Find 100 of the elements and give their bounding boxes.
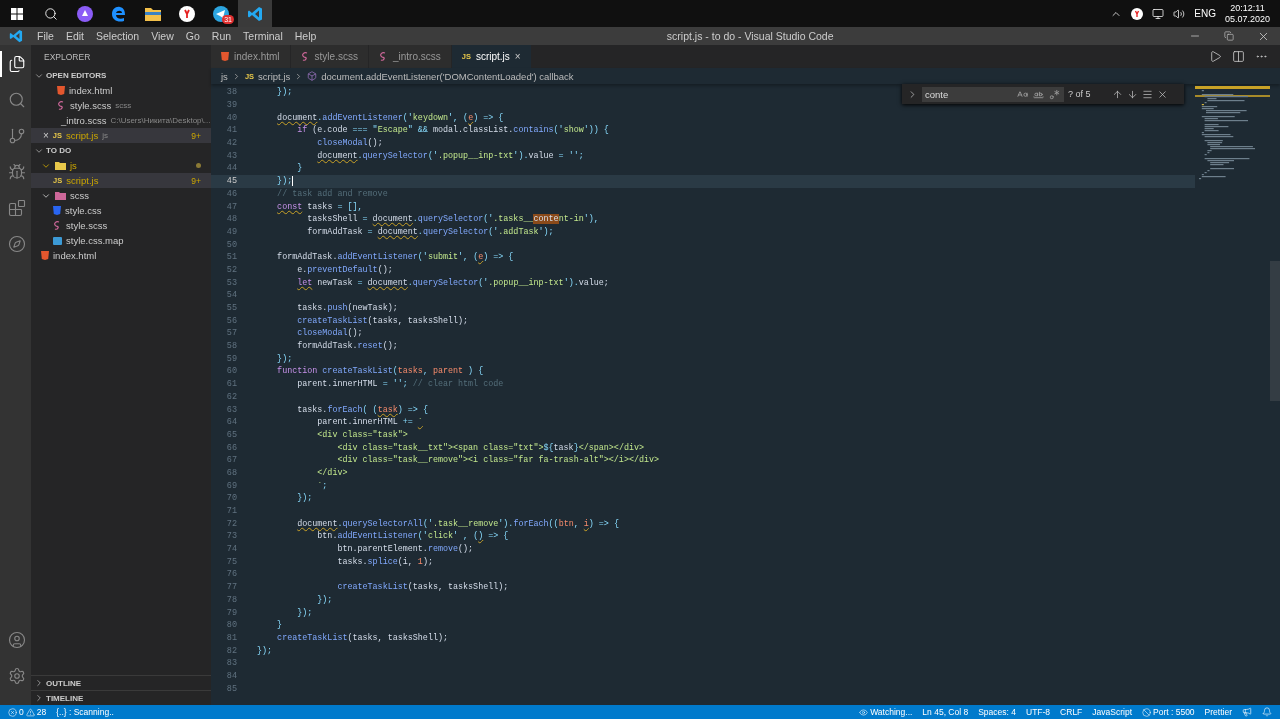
account-icon bbox=[7, 631, 26, 649]
restore-icon bbox=[1224, 31, 1234, 41]
status-item[interactable]: UTF-8 bbox=[1026, 707, 1051, 717]
line-number: 46 bbox=[225, 188, 237, 199]
line-number: 63 bbox=[225, 404, 237, 415]
code-line: `; bbox=[316, 480, 328, 491]
line-number: 85 bbox=[225, 683, 237, 694]
code-line: <div class="task__txt"><span class="txt">${task}</span></div> bbox=[336, 442, 645, 453]
close-icon bbox=[1157, 88, 1168, 100]
problems-status[interactable]: 0 28 bbox=[8, 707, 47, 717]
line-number: 43 bbox=[225, 150, 237, 161]
line-number: 74 bbox=[225, 544, 237, 555]
scss-file-icon bbox=[300, 52, 310, 61]
code-line: const tasks = [], bbox=[276, 201, 363, 212]
breadcrumb[interactable]: js bbox=[221, 70, 228, 82]
file-path: C:\Users\Никита\Desktop\... bbox=[110, 116, 211, 125]
code-line: e.preventDefault(); bbox=[296, 264, 393, 275]
yandex-browser-icon[interactable] bbox=[1131, 7, 1144, 20]
tree-item[interactable]: style.scss bbox=[31, 218, 211, 233]
file-path: scss bbox=[115, 101, 132, 110]
open-editor-item[interactable]: index.html bbox=[31, 83, 211, 98]
line-number: 60 bbox=[225, 366, 237, 377]
status-item[interactable]: {..} : Scanning.. bbox=[56, 707, 114, 717]
line-number: 72 bbox=[225, 518, 237, 529]
line-number: 54 bbox=[225, 290, 237, 301]
code-line: createTaskList(tasks, tasksShell); bbox=[276, 632, 448, 643]
line-number: 56 bbox=[225, 315, 237, 326]
editor-tab[interactable]: _intro.scss bbox=[368, 45, 452, 68]
status-item[interactable]: Port : 5500 bbox=[1142, 707, 1195, 717]
status-item[interactable]: Prettier bbox=[1204, 707, 1232, 717]
open-editor-item[interactable]: style.scss scss bbox=[31, 98, 211, 113]
status-item[interactable]: Watching... bbox=[859, 707, 913, 717]
line-number: 52 bbox=[225, 264, 237, 275]
menu-item[interactable]: Terminal bbox=[237, 30, 289, 42]
browser-icon bbox=[111, 5, 127, 22]
find-input[interactable]: conte bbox=[922, 86, 1064, 102]
line-number: 44 bbox=[225, 163, 237, 174]
warning-icon bbox=[25, 707, 35, 717]
symbol-icon bbox=[307, 71, 318, 81]
folder-icon bbox=[145, 6, 161, 21]
editor-tab[interactable]: style.scss bbox=[290, 45, 369, 68]
line-number: 81 bbox=[225, 632, 237, 643]
html-file-icon bbox=[41, 251, 49, 260]
section-header[interactable]: OPEN EDITORS bbox=[31, 68, 211, 83]
input-language[interactable]: ENG bbox=[1194, 8, 1216, 19]
code-line: }); bbox=[296, 493, 313, 504]
editor-tab[interactable]: index.html bbox=[211, 45, 291, 68]
code-line: }); bbox=[276, 353, 293, 364]
code-line: tasksShell = document.querySelector('.tasks__content-in'), bbox=[306, 214, 599, 225]
code-line: parent.innerHTML += ` bbox=[316, 417, 423, 428]
code-line: tasks.forEach( (task) => { bbox=[296, 404, 428, 415]
close-icon[interactable]: × bbox=[514, 51, 521, 62]
breadcrumb[interactable]: document.addEventListener('DOMContentLoaded') callback bbox=[321, 70, 574, 82]
line-number: 58 bbox=[225, 341, 237, 352]
regex-toggle[interactable] bbox=[1048, 87, 1061, 101]
menu-item[interactable]: Help bbox=[288, 30, 323, 42]
line-number: 65 bbox=[225, 429, 237, 440]
yandex-browser-icon bbox=[179, 5, 195, 22]
line-number: 67 bbox=[225, 455, 237, 466]
clock-time: 20:12:11 bbox=[1230, 2, 1265, 14]
open-editor-item[interactable]: _intro.scss C:\Users\Никита\Desktop\... bbox=[31, 113, 211, 128]
tree-item[interactable]: scss bbox=[31, 188, 211, 203]
menu-item[interactable]: Go bbox=[179, 30, 206, 42]
code-line: }); bbox=[296, 607, 313, 618]
code-line: } bbox=[296, 163, 303, 174]
close-icon[interactable]: × bbox=[43, 130, 49, 141]
tree-item[interactable]: style.css bbox=[31, 203, 211, 218]
line-number: 77 bbox=[225, 582, 237, 593]
menu-item[interactable]: Run bbox=[205, 30, 238, 42]
tree-item[interactable]: style.css.map bbox=[31, 233, 211, 248]
code-line: closeModal(); bbox=[296, 328, 363, 339]
map-file-icon bbox=[53, 236, 62, 245]
megaphone-icon bbox=[1242, 707, 1252, 717]
modified-dot bbox=[196, 163, 201, 168]
line-number: 49 bbox=[225, 226, 237, 237]
section-header[interactable]: TO DO bbox=[31, 143, 211, 158]
code-line: }); bbox=[257, 645, 273, 656]
menu-item[interactable]: View bbox=[145, 30, 180, 42]
status-item[interactable]: JavaScript bbox=[1092, 707, 1132, 717]
error-icon bbox=[8, 707, 17, 717]
line-number: 39 bbox=[225, 100, 237, 111]
line-number: 75 bbox=[225, 556, 237, 567]
blocked-icon bbox=[1142, 707, 1151, 717]
menu-item[interactable]: File bbox=[31, 30, 60, 42]
line-number: 53 bbox=[225, 277, 237, 288]
tree-item[interactable]: index.html bbox=[31, 248, 211, 263]
html-file-icon bbox=[57, 86, 65, 95]
line-number: 68 bbox=[225, 467, 237, 478]
section-header[interactable]: OUTLINE bbox=[31, 675, 211, 690]
status-item[interactable]: CRLF bbox=[1060, 707, 1083, 717]
breadcrumb[interactable]: script.js bbox=[258, 70, 291, 82]
code-line: formAddTask = document.querySelector('.addTask'); bbox=[306, 226, 554, 237]
tree-item[interactable]: js bbox=[31, 158, 211, 173]
line-number: 80 bbox=[225, 620, 237, 631]
status-item[interactable]: Ln 45, Col 8 bbox=[922, 707, 969, 717]
status-item[interactable]: Spaces: 4 bbox=[978, 707, 1016, 717]
line-number: 40 bbox=[225, 112, 237, 123]
match-count: ? of 5 bbox=[1068, 89, 1092, 99]
menu-item[interactable]: Selection bbox=[90, 30, 146, 42]
menu-item[interactable]: Edit bbox=[59, 30, 90, 42]
